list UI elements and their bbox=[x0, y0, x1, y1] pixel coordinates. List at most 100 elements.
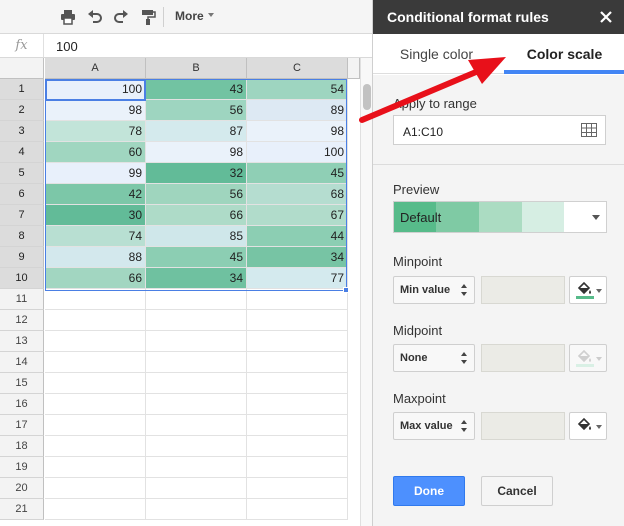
midpoint-select[interactable]: None bbox=[393, 344, 475, 372]
row-header[interactable]: 11 bbox=[0, 289, 44, 310]
table-cell[interactable] bbox=[247, 478, 348, 499]
column-header[interactable]: B bbox=[146, 58, 247, 79]
column-header[interactable]: C bbox=[247, 58, 348, 79]
table-cell[interactable] bbox=[247, 436, 348, 457]
table-cell[interactable] bbox=[146, 499, 247, 520]
row-header[interactable]: 10 bbox=[0, 268, 44, 289]
row-header[interactable]: 16 bbox=[0, 394, 44, 415]
table-cell[interactable]: 68 bbox=[247, 184, 348, 205]
row-header[interactable]: 7 bbox=[0, 205, 44, 226]
table-cell[interactable] bbox=[247, 373, 348, 394]
row-header[interactable]: 5 bbox=[0, 163, 44, 184]
table-cell[interactable] bbox=[247, 394, 348, 415]
row-header[interactable]: 3 bbox=[0, 121, 44, 142]
row-header[interactable]: 6 bbox=[0, 184, 44, 205]
table-cell[interactable]: 98 bbox=[247, 121, 348, 142]
table-cell[interactable]: 43 bbox=[146, 79, 247, 100]
table-cell[interactable]: 54 bbox=[247, 79, 348, 100]
table-cell[interactable]: 78 bbox=[45, 121, 146, 142]
table-cell[interactable] bbox=[146, 352, 247, 373]
table-cell[interactable]: 66 bbox=[45, 268, 146, 289]
table-cell[interactable] bbox=[247, 415, 348, 436]
more-button[interactable]: More bbox=[175, 9, 204, 23]
table-cell[interactable] bbox=[146, 310, 247, 331]
close-icon[interactable] bbox=[597, 8, 615, 26]
table-cell[interactable] bbox=[146, 331, 247, 352]
table-cell[interactable] bbox=[146, 415, 247, 436]
maxpoint-select[interactable]: Max value bbox=[393, 412, 475, 440]
row-header[interactable]: 18 bbox=[0, 436, 44, 457]
paint-format-icon[interactable] bbox=[138, 7, 158, 27]
table-cell[interactable]: 56 bbox=[146, 184, 247, 205]
vertical-scrollbar[interactable] bbox=[360, 58, 372, 526]
row-header[interactable]: 13 bbox=[0, 331, 44, 352]
table-cell[interactable]: 89 bbox=[247, 100, 348, 121]
table-cell[interactable]: 44 bbox=[247, 226, 348, 247]
minpoint-value-input[interactable] bbox=[481, 276, 565, 304]
table-cell[interactable]: 99 bbox=[45, 163, 146, 184]
table-cell[interactable]: 88 bbox=[45, 247, 146, 268]
table-cell[interactable]: 98 bbox=[45, 100, 146, 121]
row-header[interactable]: 8 bbox=[0, 226, 44, 247]
table-cell[interactable]: 42 bbox=[45, 184, 146, 205]
table-cell[interactable] bbox=[146, 436, 247, 457]
table-cell[interactable]: 34 bbox=[247, 247, 348, 268]
maxpoint-color-button[interactable] bbox=[569, 412, 607, 440]
column-header[interactable]: A bbox=[45, 58, 146, 79]
table-cell[interactable] bbox=[247, 331, 348, 352]
table-cell[interactable]: 66 bbox=[146, 205, 247, 226]
formula-input[interactable]: 100 bbox=[56, 39, 78, 54]
redo-icon[interactable] bbox=[111, 7, 131, 27]
scrollbar-thumb[interactable] bbox=[363, 84, 371, 110]
print-icon[interactable] bbox=[58, 7, 78, 27]
table-cell[interactable]: 87 bbox=[146, 121, 247, 142]
table-cell[interactable] bbox=[45, 289, 146, 310]
table-cell[interactable] bbox=[45, 394, 146, 415]
maxpoint-value-input[interactable] bbox=[481, 412, 565, 440]
row-header[interactable]: 12 bbox=[0, 310, 44, 331]
table-cell[interactable]: 67 bbox=[247, 205, 348, 226]
table-cell[interactable] bbox=[45, 310, 146, 331]
row-header[interactable]: 17 bbox=[0, 415, 44, 436]
row-header[interactable]: 21 bbox=[0, 499, 44, 520]
row-header[interactable]: 9 bbox=[0, 247, 44, 268]
table-cell[interactable] bbox=[247, 499, 348, 520]
done-button[interactable]: Done bbox=[393, 476, 465, 506]
table-cell[interactable]: 30 bbox=[45, 205, 146, 226]
table-cell[interactable] bbox=[247, 352, 348, 373]
table-cell[interactable]: 34 bbox=[146, 268, 247, 289]
table-cell[interactable] bbox=[45, 352, 146, 373]
row-header[interactable]: 1 bbox=[0, 79, 44, 100]
table-cell[interactable]: 56 bbox=[146, 100, 247, 121]
table-cell[interactable] bbox=[247, 457, 348, 478]
minpoint-color-button[interactable] bbox=[569, 276, 607, 304]
table-cell[interactable] bbox=[45, 499, 146, 520]
table-cell[interactable]: 77 bbox=[247, 268, 348, 289]
table-cell[interactable]: 100 bbox=[247, 142, 348, 163]
row-header[interactable]: 2 bbox=[0, 100, 44, 121]
table-cell[interactable] bbox=[146, 478, 247, 499]
table-cell[interactable] bbox=[146, 289, 247, 310]
table-cell[interactable] bbox=[45, 478, 146, 499]
row-header[interactable]: 20 bbox=[0, 478, 44, 499]
table-cell[interactable]: 100 bbox=[45, 79, 146, 100]
tab-single-color[interactable]: Single color bbox=[373, 34, 500, 74]
table-cell[interactable] bbox=[146, 394, 247, 415]
table-cell[interactable]: 45 bbox=[146, 247, 247, 268]
table-cell[interactable]: 60 bbox=[45, 142, 146, 163]
table-cell[interactable] bbox=[45, 373, 146, 394]
table-cell[interactable]: 45 bbox=[247, 163, 348, 184]
table-cell[interactable] bbox=[45, 436, 146, 457]
undo-icon[interactable] bbox=[85, 7, 105, 27]
row-header[interactable]: 14 bbox=[0, 352, 44, 373]
table-cell[interactable]: 32 bbox=[146, 163, 247, 184]
table-cell[interactable]: 98 bbox=[146, 142, 247, 163]
table-cell[interactable] bbox=[146, 457, 247, 478]
table-cell[interactable]: 85 bbox=[146, 226, 247, 247]
cancel-button[interactable]: Cancel bbox=[481, 476, 553, 506]
table-cell[interactable]: 74 bbox=[45, 226, 146, 247]
table-cell[interactable] bbox=[247, 289, 348, 310]
table-cell[interactable] bbox=[247, 310, 348, 331]
row-header[interactable]: 4 bbox=[0, 142, 44, 163]
minpoint-select[interactable]: Min value bbox=[393, 276, 475, 304]
